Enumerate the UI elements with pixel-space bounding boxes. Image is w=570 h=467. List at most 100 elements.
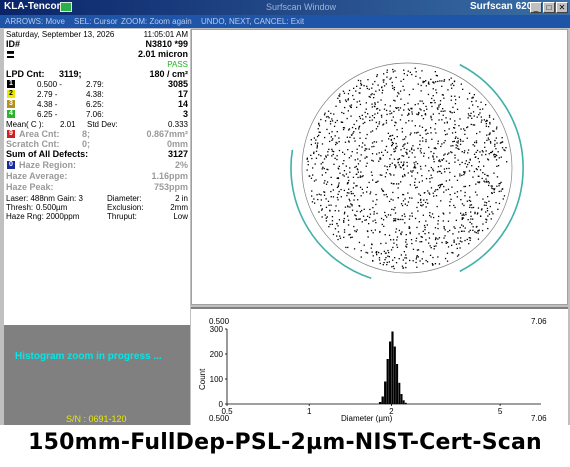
defect-point	[461, 218, 463, 220]
hint-exit[interactable]: UNDO, NEXT, CANCEL: Exit	[201, 17, 304, 26]
defect-point	[366, 186, 368, 188]
defect-point	[487, 227, 489, 230]
defect-point	[407, 201, 410, 203]
defect-point	[410, 107, 412, 110]
defect-point	[360, 80, 362, 82]
defect-point	[333, 163, 335, 165]
histogram-bar	[381, 396, 384, 404]
wafer-map-panel[interactable]	[191, 29, 568, 305]
defect-point	[425, 178, 428, 180]
histogram-bar	[389, 341, 392, 404]
defect-point	[472, 218, 474, 220]
defect-point	[365, 137, 367, 140]
id-value: N3810 *99	[145, 39, 188, 49]
defect-point	[359, 160, 361, 162]
defect-point	[444, 171, 446, 173]
defect-point	[400, 161, 402, 163]
defect-point	[350, 191, 352, 193]
defect-point	[347, 110, 349, 112]
defect-point	[328, 204, 330, 206]
defect-point	[430, 115, 432, 117]
defect-point	[348, 198, 350, 200]
defect-point	[318, 154, 320, 156]
maximize-button[interactable]: □	[543, 2, 555, 13]
defect-point	[470, 112, 472, 114]
defect-point	[371, 243, 373, 246]
defect-point	[307, 160, 309, 163]
hint-select[interactable]: SEL: Cursor	[74, 17, 118, 26]
x-tick-label: 1	[307, 407, 312, 416]
defect-point	[365, 108, 367, 110]
defect-point	[317, 142, 319, 144]
defect-point	[392, 246, 394, 249]
defect-point	[361, 114, 363, 116]
defect-point	[409, 215, 411, 217]
defect-point	[444, 257, 447, 260]
defect-point	[366, 215, 369, 217]
defect-point	[392, 116, 394, 118]
defect-point	[353, 248, 356, 250]
defect-point	[411, 113, 413, 115]
defect-point	[435, 189, 437, 191]
defect-point	[457, 137, 459, 139]
defect-point	[359, 175, 362, 177]
defect-point	[415, 71, 417, 73]
defect-point	[378, 257, 381, 259]
defect-point	[469, 200, 472, 202]
histogram-chart[interactable]: 0.500 7.06 Count 0100200300 0.5 1 2 5 0.500…	[191, 309, 568, 425]
defect-point	[485, 202, 488, 204]
defect-point	[362, 175, 364, 177]
defect-point	[334, 228, 337, 230]
defect-point	[337, 177, 339, 179]
defect-point	[420, 201, 422, 204]
defect-point	[353, 87, 355, 89]
defect-point	[477, 106, 479, 108]
defect-point	[422, 80, 424, 82]
histogram-bar	[398, 382, 401, 405]
defect-point	[390, 214, 392, 216]
minimize-button[interactable]: _	[530, 2, 542, 13]
scan-time: 11:05:01 AM	[143, 30, 188, 39]
hint-zoom[interactable]: ZOOM: Zoom again	[121, 17, 192, 26]
defect-point	[432, 156, 434, 158]
defect-point	[425, 259, 427, 262]
defect-point	[385, 109, 388, 112]
defect-point	[347, 176, 349, 178]
defect-point	[443, 97, 445, 99]
defect-point	[494, 188, 496, 190]
defect-point	[365, 219, 367, 221]
image-caption: 150mm-FullDep-PSL-2µm-NIST-Cert-Scan	[28, 430, 542, 455]
defect-point	[396, 129, 398, 131]
defect-point	[439, 187, 441, 189]
defect-point	[355, 128, 357, 130]
defect-point	[492, 213, 494, 215]
defect-point	[447, 188, 450, 190]
defect-point	[378, 89, 380, 91]
defect-point	[386, 264, 388, 266]
defect-point	[450, 99, 452, 101]
defect-point	[495, 128, 498, 130]
defect-point	[424, 192, 426, 194]
defect-point	[379, 157, 381, 159]
defect-point	[473, 153, 476, 155]
defect-point	[392, 259, 394, 261]
defect-point	[403, 109, 405, 111]
defect-point	[469, 196, 471, 198]
defect-point	[383, 79, 385, 81]
defect-point	[340, 188, 342, 191]
defect-point	[499, 182, 501, 185]
close-button[interactable]: ✕	[556, 2, 568, 13]
defect-point	[458, 231, 460, 233]
hint-arrows[interactable]: ARROWS: Move	[5, 17, 65, 26]
x-tick-label: 5	[498, 407, 503, 416]
defect-point	[462, 140, 464, 142]
defect-point	[324, 136, 326, 139]
defect-point	[389, 78, 391, 80]
defect-point	[439, 160, 441, 163]
histogram-panel[interactable]: 0.500 7.06 Count 0 100 200 300 0.5 1 2 5 0.500…	[191, 307, 568, 425]
defect-point	[350, 193, 353, 195]
defect-point	[422, 118, 425, 120]
wafer-map[interactable]	[191, 29, 568, 305]
defect-point	[505, 147, 507, 149]
defect-point	[491, 211, 493, 213]
